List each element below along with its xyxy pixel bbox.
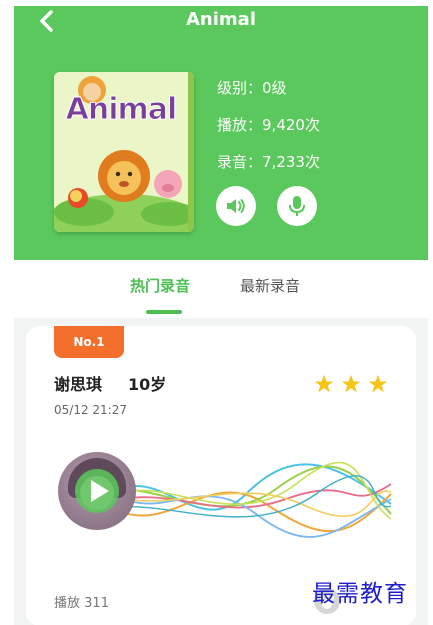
star-icon [314, 374, 333, 393]
user-age: 10岁 [128, 375, 167, 394]
book-cover[interactable]: Animal [54, 72, 194, 232]
active-tab-indicator [146, 310, 182, 314]
play-count-label: 播放 [54, 596, 81, 611]
cover-spine [188, 72, 194, 232]
recordings-info: 录音：7,233次 [217, 152, 320, 172]
play-count: 播放 311 [54, 596, 109, 612]
watermark-logo: 最需教育 [312, 581, 408, 607]
play-icon[interactable] [74, 468, 120, 514]
plays-value: 9,420次 [262, 116, 320, 134]
record-button[interactable] [277, 186, 317, 226]
level-value: 0级 [262, 79, 287, 97]
app-screen: Animal Animal 级别：0级 播放：9,420次 录音：7,233次 … [14, 6, 428, 625]
level-label: 级别： [217, 79, 263, 97]
star-icon [368, 374, 388, 393]
page-title: Animal [186, 9, 256, 30]
cover-title: Animal [65, 92, 178, 128]
recordings-value: 7,233次 [262, 153, 320, 171]
rank-badge: No.1 [54, 326, 124, 358]
speaker-icon [227, 199, 245, 213]
recording-timestamp: 05/12 21:27 [54, 403, 127, 417]
book-header: Animal Animal 级别：0级 播放：9,420次 录音：7,233次 [14, 6, 428, 260]
plays-info: 播放：9,420次 [217, 115, 320, 135]
microphone-icon [289, 196, 305, 216]
listen-button[interactable] [216, 186, 256, 226]
recordings-label: 录音： [217, 153, 263, 171]
tab-hot-recordings[interactable]: 热门录音 [130, 276, 190, 296]
user-avatar[interactable] [58, 452, 136, 530]
play-count-value: 311 [84, 596, 109, 611]
rating-stars [312, 374, 388, 398]
recording-tabs: 热门录音 最新录音 [14, 260, 428, 318]
user-name: 谢思琪 [54, 375, 103, 394]
tab-latest-recordings[interactable]: 最新录音 [240, 276, 300, 296]
star-icon [341, 374, 361, 393]
plays-label: 播放： [217, 116, 263, 134]
level-info: 级别：0级 [217, 78, 287, 98]
